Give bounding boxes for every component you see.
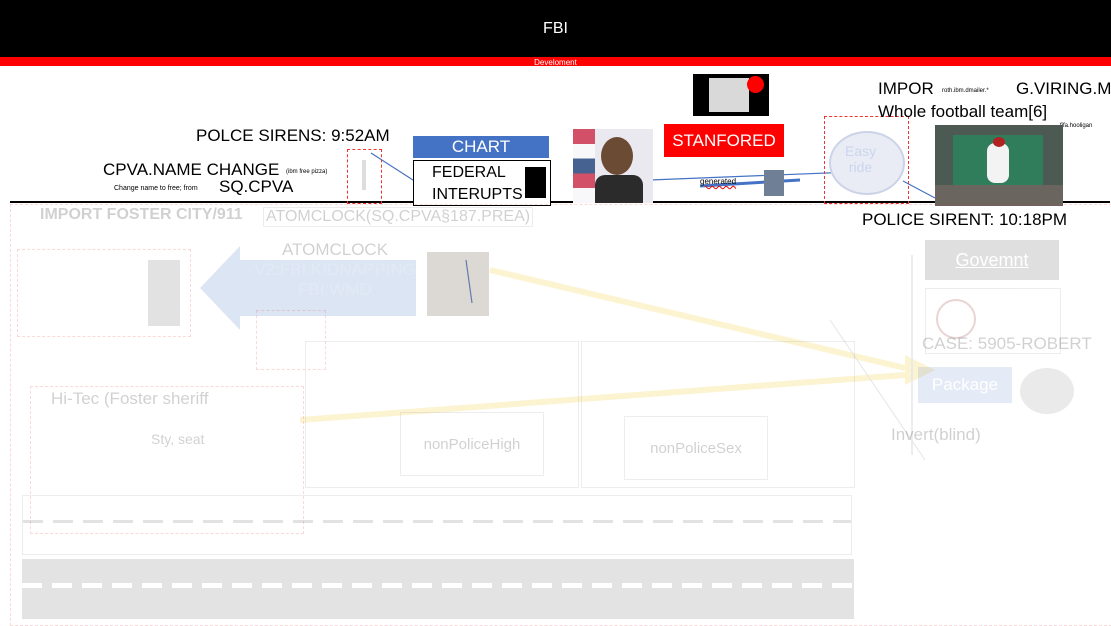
easy-line-1: Easy xyxy=(845,143,877,159)
nonpolice-high-box[interactable]: nonPoliceHigh xyxy=(400,412,544,476)
lower-road-lane xyxy=(22,583,854,588)
team-photo xyxy=(935,125,1063,206)
import-foster-label: IMPORT FOSTER CITY/911 xyxy=(40,206,243,223)
sq-cpva-label: SQ.CPVA xyxy=(219,177,294,196)
cpva-photo xyxy=(362,160,366,190)
govemnt-label: Govemnt xyxy=(955,249,1029,270)
invert-label: Invert(blind) xyxy=(891,425,981,444)
nonpolice-sex-label: nonPoliceSex xyxy=(650,439,742,457)
portrait-photo xyxy=(573,129,653,203)
stanfored-button[interactable]: STANFORED xyxy=(664,124,784,157)
atomclock-sq-label: ATOMCLOCK(SQ.CPVA§187.PREA) xyxy=(263,207,534,227)
federal-line-2: INTERUPTS xyxy=(432,186,523,203)
cpva-photo-frame xyxy=(347,149,382,204)
faded-photo-left-figure xyxy=(148,260,180,326)
player-helmet xyxy=(993,137,1005,147)
portrait-body xyxy=(595,175,643,203)
lower-road xyxy=(22,559,854,619)
media-box xyxy=(693,74,769,116)
chart-button-label: CHART xyxy=(451,137,511,156)
chart-button[interactable]: CHART xyxy=(413,136,549,158)
package-button[interactable]: Package xyxy=(918,367,1012,403)
nonpolice-high-label: nonPoliceHigh xyxy=(423,435,521,453)
easy-ride-text: Easy ride xyxy=(845,143,876,175)
govemnt-button[interactable]: Govemnt xyxy=(925,240,1059,280)
faded-photo-left xyxy=(17,249,191,337)
fbi-wmd-label: FBI:WMD xyxy=(298,280,372,299)
upper-road xyxy=(22,495,852,555)
camera-icon xyxy=(1020,368,1074,414)
media-screen xyxy=(709,78,749,112)
faded-sheriff-heading: Hi-Tec (Foster sheriff xyxy=(51,389,209,408)
impor-note: roth.ibm.dmailer.* xyxy=(942,88,989,94)
flag-backdrop xyxy=(573,129,595,203)
impor-label: IMPOR xyxy=(878,79,934,98)
change-name-note: Change name to free; from xyxy=(114,185,198,192)
team-photo-crowd xyxy=(935,185,1063,206)
cpva-name-change-note: (ibm free pizza) xyxy=(286,169,328,175)
v2-kidnapping-label: V2:FBI:KIDNAPPING xyxy=(254,260,416,279)
seal-icon xyxy=(936,299,976,339)
nonpolice-sex-box[interactable]: nonPoliceSex xyxy=(624,416,768,480)
small-faded-photo xyxy=(427,252,489,316)
easy-ride-frame: Easy ride xyxy=(824,116,909,204)
upper-road-lane xyxy=(23,520,851,523)
generated-note: generated xyxy=(700,177,737,186)
record-dot-icon xyxy=(747,76,764,93)
portrait-face xyxy=(601,137,633,175)
whole-football-team-label: Whole football team[6] xyxy=(878,102,1048,121)
player-figure xyxy=(987,143,1009,183)
fifa-note: fifa.hooligan xyxy=(1060,123,1093,129)
easy-line-2: ride xyxy=(848,159,873,175)
federal-line-1: FEDERAL xyxy=(432,164,506,181)
case-label: CASE: 5905-ROBERT xyxy=(922,334,1092,353)
faded-arrow-text: ATOMCLOCK V2:FBI:KIDNAPPING FBI:WMD xyxy=(230,240,440,300)
black-square-icon xyxy=(525,167,546,198)
g-viring-label: G.VIRING.M xyxy=(1016,79,1111,98)
small-thumbnail xyxy=(764,170,784,196)
polce-sirens-label: POLCE SIRENS: 9:52AM xyxy=(196,126,390,145)
atomclock-label: ATOMCLOCK xyxy=(281,240,389,259)
faded-sheriff-note: Sty, seat xyxy=(151,431,205,447)
stanfored-label: STANFORED xyxy=(672,130,776,150)
federal-interupts-text: FEDERAL INTERUPTS xyxy=(432,162,523,206)
package-label: Package xyxy=(931,375,999,394)
